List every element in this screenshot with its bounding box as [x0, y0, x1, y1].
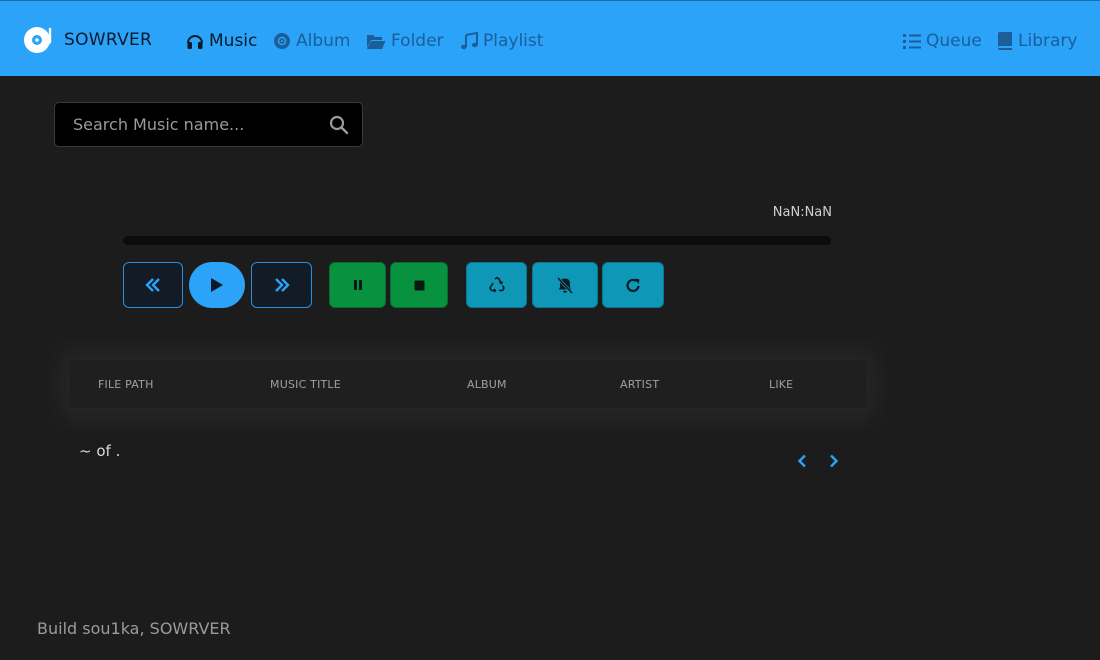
nav-queue[interactable]: Queue	[903, 30, 982, 52]
disc-icon	[274, 33, 290, 49]
nav-queue-label: Queue	[926, 31, 982, 51]
brand[interactable]: SOWRVER	[23, 25, 152, 55]
double-chevron-right-icon	[274, 278, 290, 292]
nav-playlist-label: Playlist	[483, 31, 544, 51]
previous-page-button[interactable]	[794, 452, 810, 470]
folder-open-icon	[367, 34, 386, 49]
search-box	[54, 102, 363, 147]
brand-name: SOWRVER	[64, 30, 153, 50]
pause-icon	[353, 280, 362, 290]
rewind-button[interactable]	[123, 262, 183, 308]
mute-button[interactable]	[532, 262, 598, 308]
nav-folder[interactable]: Folder	[366, 30, 444, 52]
repeat-button[interactable]	[602, 262, 664, 308]
nav-music-label: Music	[209, 31, 258, 51]
column-header-album[interactable]: ALBUM	[467, 378, 507, 391]
list-ordered-icon	[903, 33, 921, 49]
time-display: NaN:NaN	[772, 205, 832, 220]
table-body	[70, 408, 866, 434]
fast-forward-button[interactable]	[251, 262, 312, 308]
chevron-left-icon	[797, 454, 806, 468]
column-header-music-title[interactable]: MUSIC TITLE	[270, 378, 341, 391]
play-button[interactable]	[189, 262, 245, 308]
recycle-icon	[488, 276, 505, 292]
nav-music[interactable]: Music	[186, 30, 257, 52]
footer-text: Build sou1ka, SOWRVER	[37, 619, 231, 638]
headphones-icon	[187, 35, 203, 49]
column-header-artist[interactable]: ARTIST	[620, 378, 659, 391]
book-icon	[998, 32, 1012, 50]
double-chevron-left-icon	[145, 278, 160, 292]
nav-library[interactable]: Library	[997, 30, 1077, 52]
column-header-file-path[interactable]: FILE PATH	[98, 378, 154, 391]
nav-folder-label: Folder	[391, 31, 444, 51]
redo-icon	[625, 278, 640, 292]
play-icon	[211, 278, 223, 292]
progress-bar[interactable]	[123, 236, 831, 245]
stop-icon	[414, 280, 424, 290]
search-icon[interactable]	[329, 115, 349, 135]
search-input[interactable]	[55, 103, 315, 146]
navbar: SOWRVER Music Album Folder Playlist Queu…	[0, 0, 1100, 76]
column-header-like[interactable]: LIKE	[769, 378, 793, 391]
music-note-icon	[461, 32, 478, 50]
chevron-right-icon	[830, 454, 839, 468]
nav-playlist[interactable]: Playlist	[460, 30, 543, 52]
nav-library-label: Library	[1018, 31, 1078, 51]
nav-album[interactable]: Album	[273, 30, 350, 52]
pagination-text: ~ of .	[79, 442, 121, 460]
shuffle-recycle-button[interactable]	[466, 262, 527, 308]
turntable-logo-icon	[24, 27, 52, 53]
next-page-button[interactable]	[826, 452, 842, 470]
nav-album-label: Album	[296, 31, 351, 51]
stop-button[interactable]	[390, 262, 448, 308]
pause-button[interactable]	[329, 262, 386, 308]
bell-slash-icon	[556, 276, 574, 294]
